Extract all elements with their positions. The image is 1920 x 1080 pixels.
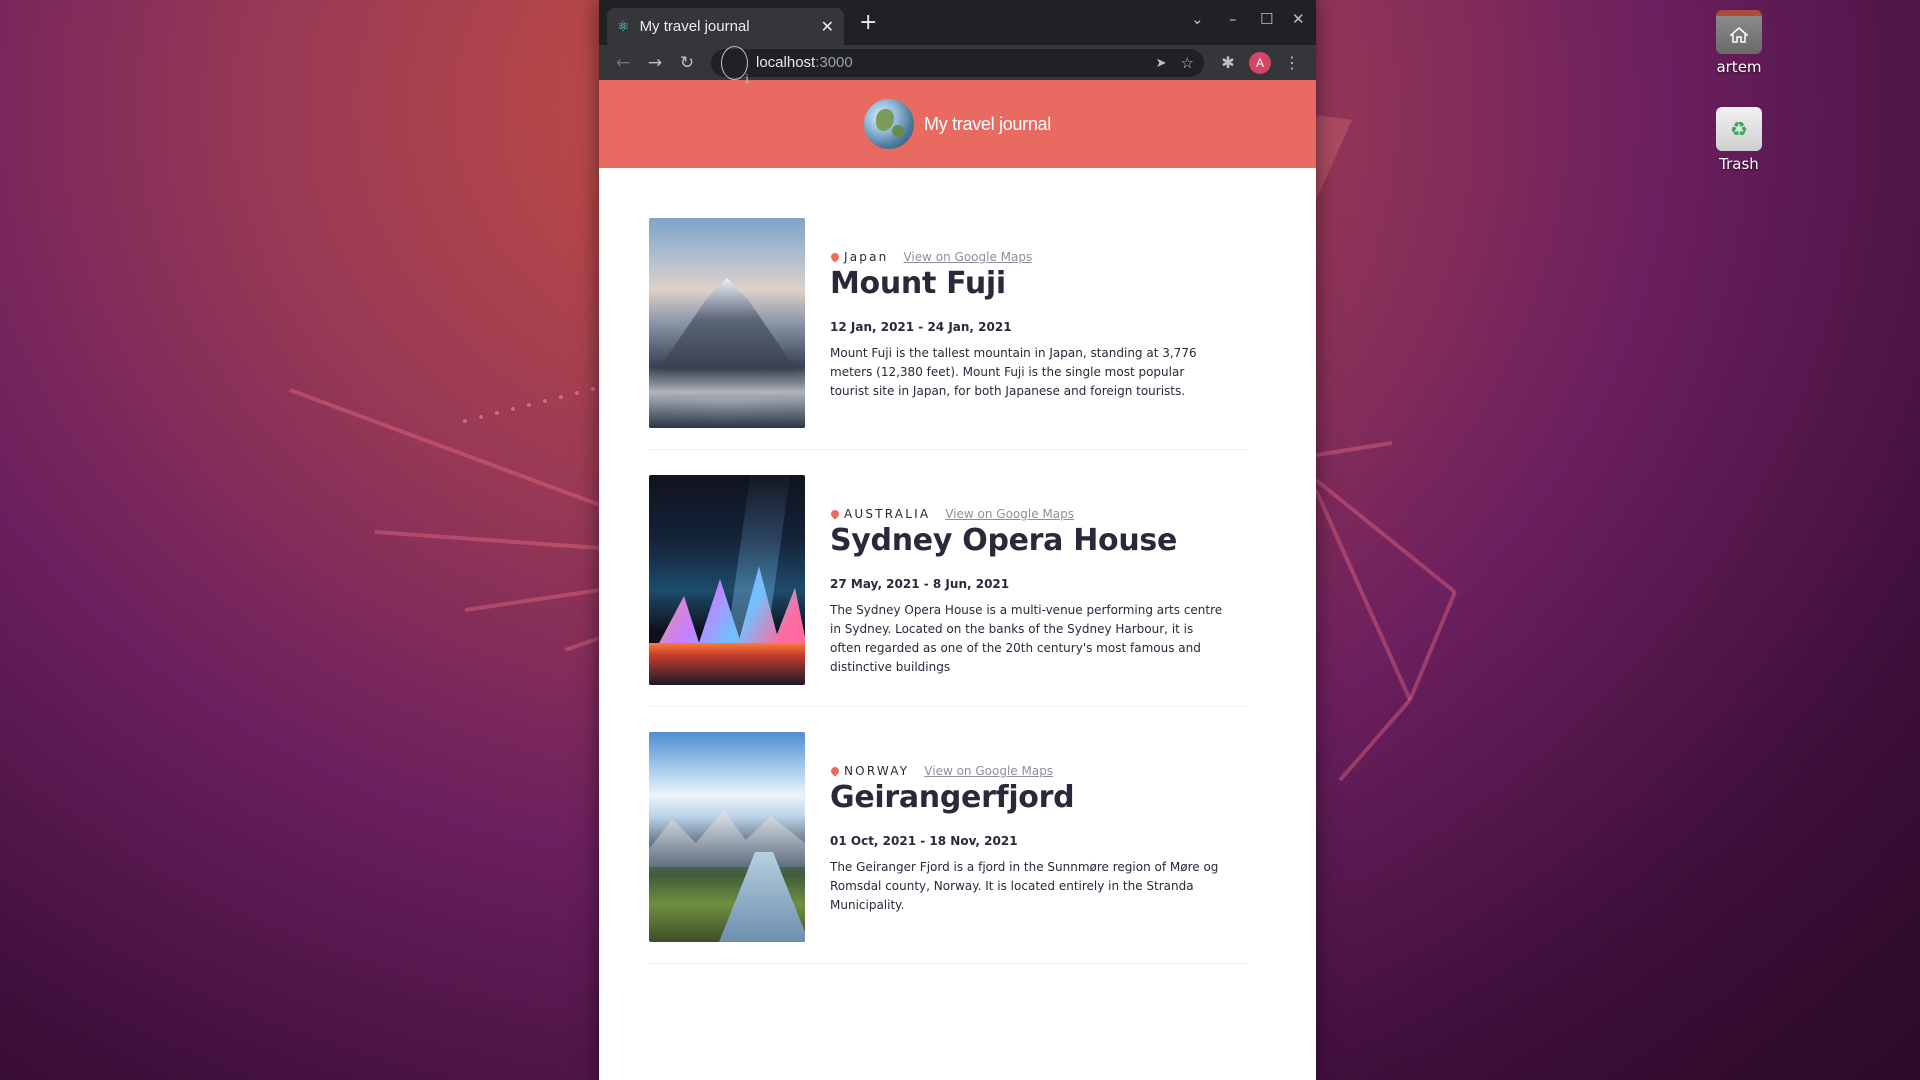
react-icon: ⚛ xyxy=(617,18,630,35)
entry-dates: 12 Jan, 2021 - 24 Jan, 2021 xyxy=(830,320,1012,334)
back-icon[interactable]: ← xyxy=(607,53,639,73)
address-bar[interactable]: i localhost :3000 ➤ ☆ xyxy=(711,45,1204,86)
entry-dates: 27 May, 2021 - 8 Jun, 2021 xyxy=(830,577,1010,591)
desktop-icon-label: Trash xyxy=(1719,155,1759,173)
maximize-icon[interactable]: ☐ xyxy=(1260,10,1273,28)
site-brand: My travel journal xyxy=(924,113,1051,134)
entry-title: Mount Fuji xyxy=(830,266,1006,301)
journal-entry: NORWAY View on Google Maps Geirangerfjor… xyxy=(649,732,1248,964)
entry-title: Geirangerfjord xyxy=(830,780,1075,815)
minimize-icon[interactable]: – xyxy=(1229,10,1237,28)
location-pin-icon xyxy=(829,765,841,777)
profile-avatar[interactable]: A xyxy=(1249,51,1271,74)
entry-country: NORWAY xyxy=(844,764,910,778)
tab-close-icon[interactable]: ✕ xyxy=(821,17,834,36)
desktop-icon-label: artem xyxy=(1716,58,1762,76)
entry-title: Sydney Opera House xyxy=(830,523,1178,558)
browser-toolbar: ← → ↻ i localhost :3000 ➤ ☆ ✱ A ⋮ xyxy=(599,45,1316,86)
journal-entry: AUSTRALIA View on Google Maps Sydney Ope… xyxy=(649,475,1248,707)
globe-icon xyxy=(864,99,915,149)
menu-kebab-icon[interactable]: ⋮ xyxy=(1276,53,1308,72)
entry-description: The Geiranger Fjord is a fjord in the Su… xyxy=(830,860,1219,912)
browser-window: ⚛ My travel journal ✕ + ⌄ – ☐ ✕ ← → ↻ i … xyxy=(599,0,1316,1080)
close-window-icon[interactable]: ✕ xyxy=(1292,10,1305,28)
forward-icon[interactable]: → xyxy=(639,53,671,73)
send-tab-icon[interactable]: ➤ xyxy=(1156,55,1167,71)
journal-entry: Japan View on Google Maps Mount Fuji 12 … xyxy=(649,218,1248,450)
google-maps-link[interactable]: View on Google Maps xyxy=(945,507,1074,521)
entry-description: The Sydney Opera House is a multi-venue … xyxy=(830,603,1223,674)
desktop-icon-trash[interactable]: ♻ Trash xyxy=(1699,107,1779,173)
tab-search-icon[interactable]: ⌄ xyxy=(1191,10,1204,28)
entry-dates: 01 Oct, 2021 - 18 Nov, 2021 xyxy=(830,834,1018,848)
site-info-icon[interactable]: i xyxy=(721,45,749,86)
entry-photo xyxy=(649,475,805,685)
google-maps-link[interactable]: View on Google Maps xyxy=(924,764,1053,778)
entry-description: Mount Fuji is the tallest mountain in Ja… xyxy=(830,346,1197,398)
journal-entries: Japan View on Google Maps Mount Fuji 12 … xyxy=(599,168,1316,964)
trash-icon: ♻ xyxy=(1716,107,1762,151)
bookmark-star-icon[interactable]: ☆ xyxy=(1181,54,1194,72)
desktop-icon-home[interactable]: artem xyxy=(1699,10,1779,76)
extensions-puzzle-icon[interactable]: ✱ xyxy=(1212,53,1244,72)
location-pin-icon xyxy=(829,251,841,263)
google-maps-link[interactable]: View on Google Maps xyxy=(903,250,1032,264)
browser-tab[interactable]: ⚛ My travel journal ✕ xyxy=(607,8,844,45)
entry-country: Japan xyxy=(844,250,889,264)
site-header: My travel journal xyxy=(599,80,1316,168)
entry-country: AUSTRALIA xyxy=(844,507,931,521)
tab-strip: ⚛ My travel journal ✕ + ⌄ – ☐ ✕ xyxy=(599,0,1316,45)
url-port: :3000 xyxy=(815,54,853,71)
entry-photo xyxy=(649,218,805,428)
tab-title: My travel journal xyxy=(639,18,750,35)
location-pin-icon xyxy=(829,508,841,520)
entry-photo xyxy=(649,732,805,942)
reload-icon[interactable]: ↻ xyxy=(671,53,703,73)
home-folder-icon xyxy=(1716,10,1762,54)
new-tab-icon[interactable]: + xyxy=(859,10,877,36)
url-host: localhost xyxy=(756,54,816,71)
